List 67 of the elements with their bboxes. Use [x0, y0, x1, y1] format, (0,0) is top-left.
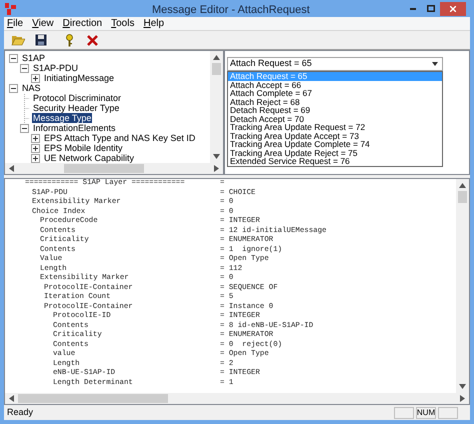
scroll-thumb[interactable] [458, 191, 467, 203]
dropdown-option[interactable]: Tracking Area Update Reject = 75 [228, 148, 442, 157]
scroll-thumb[interactable] [18, 394, 168, 403]
expand-icon[interactable] [31, 134, 40, 142]
dropdown-option[interactable]: Tracking Area Update Complete = 74 [228, 140, 442, 148]
menu-item[interactable]: Tools [111, 16, 134, 31]
up-arrow-icon[interactable] [459, 183, 466, 188]
status-panel [394, 406, 414, 418]
tree-item[interactable]: EPS Mobile Identity [43, 143, 124, 153]
left-arrow-icon[interactable] [9, 395, 14, 402]
menu-item[interactable]: File [7, 16, 24, 31]
status-text: Ready [7, 406, 34, 419]
menu-item[interactable]: Help [143, 16, 164, 31]
tree-item[interactable]: EPS Attach Type and NAS Key Set ID [43, 133, 196, 143]
expand-icon[interactable] [31, 154, 40, 162]
dropdown-option[interactable]: Attach Complete = 67 [228, 89, 442, 98]
app-logo-icon [5, 2, 16, 14]
collapse-icon[interactable] [9, 84, 18, 92]
close-icon [450, 6, 456, 12]
key-icon [65, 34, 74, 46]
tree-item[interactable]: Protocol Discriminator [32, 93, 122, 103]
maximize-icon [427, 5, 435, 12]
close-button[interactable] [440, 2, 466, 16]
collapse-icon[interactable] [20, 64, 29, 72]
menu-item[interactable]: View [32, 16, 54, 31]
dropdown-option[interactable]: Extended Service Request = 76 [228, 157, 442, 166]
scroll-thumb[interactable] [212, 63, 221, 75]
dropdown-option[interactable]: Attach Reject = 68 [228, 98, 442, 106]
toolbar-button[interactable] [33, 32, 48, 48]
menu-item[interactable]: Direction [62, 16, 102, 31]
tree-item[interactable]: S1AP-PDU [32, 63, 80, 73]
tree-item[interactable]: UE Network Capability [43, 153, 136, 163]
minimize-icon [410, 8, 416, 10]
down-arrow-icon[interactable] [213, 154, 220, 159]
horizontal-scrollbar[interactable] [5, 393, 469, 404]
left-arrow-icon[interactable] [9, 165, 14, 172]
collapse-icon[interactable] [20, 124, 29, 132]
dropdown-option[interactable]: Tracking Area Update Request = 72 [228, 123, 442, 132]
tree-item[interactable]: Message Type [32, 113, 92, 123]
scroll-thumb[interactable] [64, 164, 144, 173]
message-type-dropdown[interactable]: Attach Request = 65 [227, 57, 443, 71]
delete-icon [87, 34, 98, 46]
tree-item[interactable]: Security Header Type [32, 103, 120, 113]
up-arrow-icon[interactable] [213, 55, 220, 60]
status-panel [438, 406, 458, 418]
down-arrow-icon[interactable] [459, 384, 466, 389]
vertical-scrollbar[interactable] [210, 51, 223, 163]
tree-item[interactable]: S1AP [21, 53, 46, 63]
right-arrow-icon[interactable] [214, 165, 219, 172]
tree-item[interactable]: NAS [21, 83, 42, 93]
dropdown-arrow-icon [432, 62, 438, 66]
status-indicator: NUM [416, 406, 436, 418]
dropdown-option[interactable]: Tracking Area Update Accept = 73 [228, 132, 442, 140]
dropdown-option[interactable]: Attach Accept = 66 [228, 80, 442, 89]
horizontal-scrollbar[interactable] [5, 163, 223, 174]
window-title: Message Editor - AttachRequest [152, 3, 310, 18]
tree-item[interactable]: InitiatingMessage [43, 73, 116, 83]
toolbar-button[interactable] [85, 32, 100, 48]
tree-item[interactable]: InformationElements [32, 123, 117, 133]
right-arrow-icon[interactable] [460, 395, 465, 402]
expand-icon[interactable] [31, 74, 40, 82]
dropdown-option[interactable]: Detach Accept = 70 [228, 114, 442, 123]
collapse-icon[interactable] [9, 54, 18, 62]
expand-icon[interactable] [31, 144, 40, 152]
folder-icon [10, 34, 24, 46]
dropdown-option[interactable]: Detach Request = 69 [228, 106, 442, 114]
vertical-scrollbar[interactable] [456, 179, 469, 393]
